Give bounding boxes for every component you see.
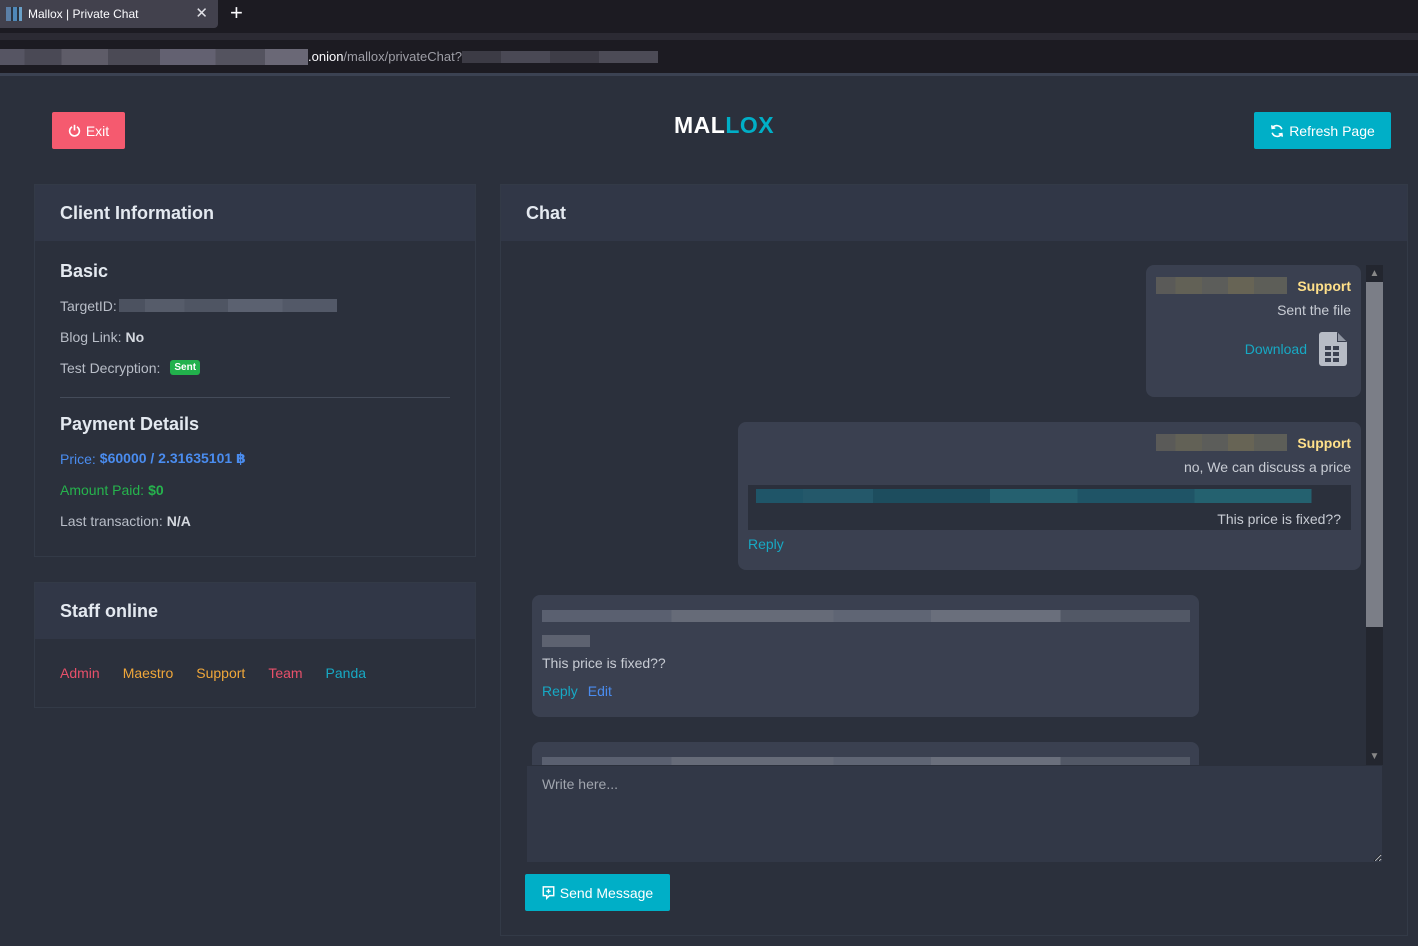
staff-member[interactable]: Admin [60, 665, 100, 681]
staff-online-title: Staff online [35, 583, 475, 639]
power-icon [68, 124, 80, 137]
sender-name: Support [1297, 434, 1351, 451]
message-text: Sent the file [1277, 302, 1351, 318]
amount-paid-label: Amount Paid: [60, 481, 145, 498]
reply-link[interactable]: Reply [542, 683, 578, 699]
message-text: This price is fixed?? [542, 655, 666, 671]
navigation-bar: .onion /mallox/privateChat? [0, 33, 1418, 73]
amount-paid-value: $0 [148, 481, 164, 498]
test-decryption-label: Test Decryption: [60, 359, 161, 376]
staff-member[interactable]: Support [196, 665, 245, 681]
chat-message [532, 742, 1199, 765]
blog-link-row: Blog Link: No [60, 321, 450, 352]
staff-member[interactable]: Panda [326, 665, 366, 681]
logo: MALLOX [674, 112, 774, 139]
favicon-icon [6, 7, 22, 21]
scroll-up-icon[interactable]: ▲ [1366, 265, 1383, 282]
test-decryption-badge: Sent [170, 360, 201, 375]
target-id-row: TargetID: [60, 290, 450, 321]
chat-card: Chat Support Sent the file Download Supp… [500, 184, 1408, 936]
chat-messages[interactable]: Support Sent the file Download Support n… [526, 265, 1383, 765]
url-path: /mallox/privateChat? [343, 49, 462, 64]
divider [60, 397, 450, 398]
redacted-timestamp [1156, 277, 1288, 294]
exit-button[interactable]: Exit [52, 112, 125, 149]
logo-part2: LOX [725, 112, 775, 138]
client-information-card: Client Information Basic TargetID: Blog … [34, 184, 476, 557]
redacted-quote-header [756, 489, 1341, 503]
refresh-icon [1271, 124, 1284, 137]
staff-online-card: Staff online Admin Maestro Support Team … [34, 582, 476, 708]
reply-link[interactable]: Reply [748, 536, 784, 552]
redacted-target-id [118, 299, 337, 312]
redacted-message-header [542, 610, 1190, 622]
price-label: Price: [60, 450, 96, 467]
close-tab-icon[interactable]: ✕ [195, 4, 208, 22]
scroll-down-icon[interactable]: ▼ [1366, 748, 1383, 765]
message-input[interactable] [526, 765, 1383, 863]
message-sender: Support [1146, 277, 1351, 294]
redacted-url-query [461, 50, 658, 63]
new-tab-icon[interactable]: + [230, 0, 243, 26]
spreadsheet-file-icon[interactable] [1319, 332, 1347, 366]
staff-list: Admin Maestro Support Team Panda [35, 639, 475, 707]
refresh-label: Refresh Page [1289, 122, 1375, 139]
chat-message: Support no, We can discuss a price This … [738, 422, 1361, 570]
attachment: Download [1146, 332, 1351, 366]
target-id-label: TargetID: [60, 297, 117, 314]
browser-tab[interactable]: Mallox | Private Chat ✕ [0, 0, 218, 28]
redacted-url-host [0, 48, 308, 65]
chat-title: Chat [501, 185, 1407, 241]
staff-member[interactable]: Team [268, 665, 302, 681]
client-information-title: Client Information [35, 185, 475, 241]
quoted-text: This price is fixed?? [1217, 511, 1341, 527]
logo-part1: MAL [674, 112, 726, 138]
price-value: $60000 / 2.31635101 ฿ [99, 450, 246, 466]
tab-title: Mallox | Private Chat [28, 7, 139, 21]
last-transaction-row: Last transaction: N/A [60, 505, 450, 536]
message-text: no, We can discuss a price [1183, 459, 1351, 475]
send-message-label: Send Message [559, 884, 654, 901]
blog-link-label: Blog Link: [60, 328, 122, 345]
redacted-sender [542, 635, 590, 647]
address-bar[interactable]: .onion /mallox/privateChat? [0, 40, 1418, 73]
basic-title: Basic [60, 261, 109, 281]
last-transaction-value: N/A [166, 512, 191, 529]
last-transaction-label: Last transaction: [60, 512, 163, 529]
chat-message: This price is fixed?? Reply Edit [532, 595, 1199, 717]
chat-message: Support Sent the file Download [1146, 265, 1361, 397]
page: Exit MALLOX Refresh Page Client Informat… [0, 76, 1418, 946]
exit-label: Exit [85, 122, 110, 139]
browser-tab-bar: Mallox | Private Chat ✕ + [0, 0, 1418, 33]
url-host: .onion [308, 49, 344, 64]
sender-name: Support [1297, 277, 1351, 294]
refresh-page-button[interactable]: Refresh Page [1254, 112, 1391, 149]
price-row: Price: $60000 / 2.31635101 ฿ [60, 443, 450, 474]
download-link[interactable]: Download [1245, 341, 1307, 357]
amount-paid-row: Amount Paid: $0 [60, 474, 450, 505]
message-actions: Reply Edit [542, 683, 1189, 699]
staff-member[interactable]: Maestro [123, 665, 174, 681]
scroll-thumb[interactable] [1366, 282, 1383, 627]
edit-link[interactable]: Edit [588, 683, 612, 699]
message-icon [542, 885, 555, 900]
chat-scrollbar[interactable]: ▲ ▼ [1366, 265, 1383, 765]
redacted-timestamp [1156, 434, 1288, 451]
payment-details-title: Payment Details [60, 414, 200, 434]
redacted-message-header [542, 757, 1190, 765]
send-message-button[interactable]: Send Message [525, 874, 670, 911]
blog-link-value: No [125, 328, 145, 345]
quoted-message: This price is fixed?? [748, 485, 1351, 530]
test-decryption-row: Test Decryption: Sent [60, 352, 450, 383]
message-sender: Support [748, 434, 1351, 451]
